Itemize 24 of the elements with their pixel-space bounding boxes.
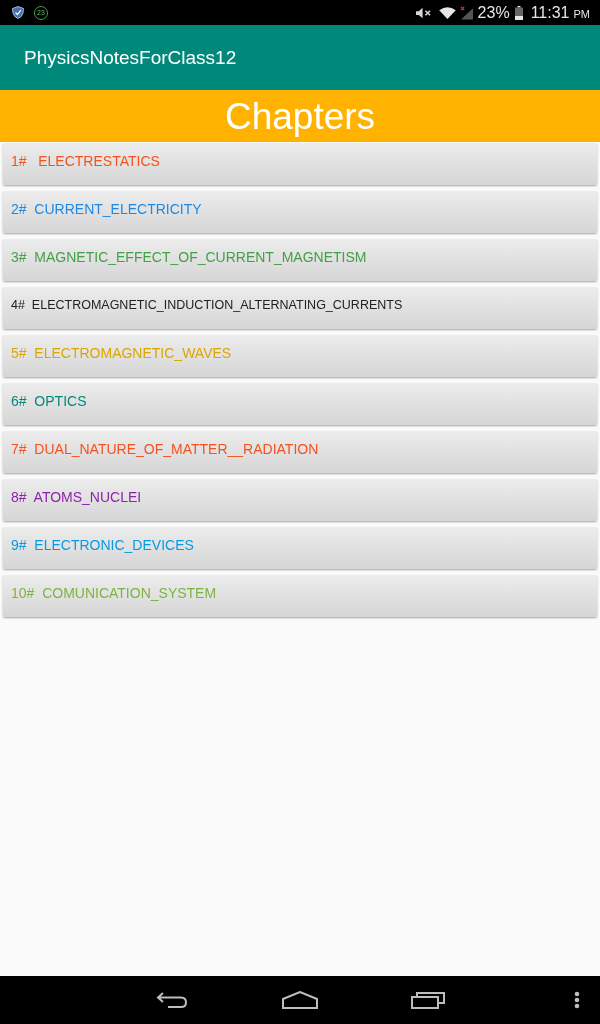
chapter-button[interactable]: 6# OPTICS bbox=[3, 383, 597, 425]
home-icon[interactable] bbox=[282, 991, 318, 1009]
chapter-button[interactable]: 3# MAGNETIC_EFFECT_OF_CURRENT_MAGNETISM bbox=[3, 239, 597, 281]
wifi-icon bbox=[438, 6, 456, 19]
battery-percentage: 23% bbox=[477, 3, 510, 22]
battery-icon bbox=[514, 5, 523, 20]
app-title: PhysicsNotesForClass12 bbox=[24, 46, 237, 69]
muted-speaker-icon bbox=[415, 6, 431, 19]
chapter-button[interactable]: 7# DUAL_NATURE_OF_MATTER__RADIATION bbox=[3, 431, 597, 473]
chapter-button[interactable]: 5# ELECTROMAGNETIC_WAVES bbox=[3, 335, 597, 377]
clock-meridiem: PM bbox=[573, 8, 590, 20]
chapter-button[interactable]: 1# ELECTRESTATICS bbox=[3, 143, 597, 185]
shield-icon bbox=[12, 6, 24, 19]
no-signal-icon bbox=[459, 5, 473, 20]
recent-apps-icon[interactable] bbox=[411, 991, 445, 1009]
header-title: Chapters bbox=[224, 97, 376, 135]
chapter-button[interactable]: 2# CURRENT_ELECTRICITY bbox=[3, 191, 597, 233]
chapter-button[interactable]: 4# ELECTROMAGNETIC_INDUCTION_ALTERNATING_CURRENTS bbox=[3, 287, 597, 329]
menu-icon[interactable] bbox=[574, 991, 580, 1009]
chapter-button[interactable]: 9# ELECTRONIC_DEVICES bbox=[3, 527, 597, 569]
clock-time: 11:31 bbox=[530, 3, 570, 22]
chapter-button[interactable]: 8# ATOMS_NUCLEI bbox=[3, 479, 597, 521]
back-icon[interactable] bbox=[156, 991, 188, 1009]
chapter-button[interactable]: 10# COMUNICATION_SYSTEM bbox=[3, 575, 597, 617]
